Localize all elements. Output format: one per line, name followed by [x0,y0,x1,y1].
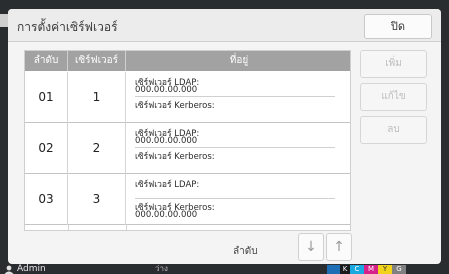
table-row[interactable]: 01 1 เซิร์ฟเวอร์ LDAP: 000.00.00.000 เซิ… [25,72,350,123]
kerberos-label: เซิร์ฟเวอร์ Kerberos: [135,101,215,111]
table-row[interactable]: 02 2 เซิร์ฟเวอร์ LDAP: 000.00.00.000 เซิ… [25,123,350,174]
server-table: ลำดับ เซิร์ฟเวอร์ ที่อยู่ 01 1 เซิร์ฟเวอ… [24,50,351,231]
delete-button[interactable]: ลบ [360,116,427,144]
arrow-down-icon: ↓ [305,239,317,255]
row-order: 02 [25,123,68,174]
move-up-button[interactable]: ↑ [326,233,352,261]
row-address: เซิร์ฟเวอร์ LDAP: 000.00.00.000 เซิร์ฟเว… [126,123,350,174]
ink-y: Y [378,265,392,274]
ink-g: G [392,265,406,274]
table-row[interactable]: 03 3 เซิร์ฟเวอร์ LDAP: เซิร์ฟเวอร์ Kerbe… [25,174,350,225]
status-bar: Admin ว่าง K C M Y G [0,264,449,274]
table-header: ลำดับ เซิร์ฟเวอร์ ที่อยู่ [25,51,350,71]
row-server: 1 [68,72,126,123]
ink-m: M [364,265,378,274]
ldap-value: 000.00.00.000 [135,136,198,146]
row-order: 03 [25,174,68,225]
row-order: 01 [25,72,68,123]
dialog-title: การตั้งค่าเซิร์ฟเวอร์ [17,20,118,34]
edit-button[interactable]: แก้ไข [360,83,427,111]
row-address: เซิร์ฟเวอร์ LDAP: เซิร์ฟเวอร์ Kerberos: … [126,174,350,225]
machine-status: ว่าง [155,264,168,273]
arrow-up-icon: ↑ [333,239,345,255]
row-server: 2 [68,123,126,174]
ldap-label: เซิร์ฟเวอร์ LDAP: [135,180,200,190]
ink-status-icon [327,265,340,274]
table-row-partial [25,225,350,230]
ldap-value: 000.00.00.000 [135,85,198,95]
ink-c: C [350,265,364,274]
address-divider [135,96,335,97]
user-name[interactable]: Admin [17,264,46,274]
kerberos-value: 000.00.00.000 [135,210,198,220]
column-header-address: ที่อยู่ [229,55,249,66]
move-down-button[interactable]: ↓ [298,233,324,261]
order-label: ลำดับ [233,246,258,257]
column-header-server: เซิร์ฟเวอร์ [68,51,126,71]
column-header-order: ลำดับ [25,51,68,71]
title-bar: การตั้งค่าเซิร์ฟเวอร์ ปิด [8,9,441,42]
user-icon [4,265,14,274]
left-edge-tab [0,14,8,27]
address-divider [135,147,335,148]
add-button[interactable]: เพิ่ม [360,50,427,78]
ink-k: K [340,265,350,274]
kerberos-label: เซิร์ฟเวอร์ Kerberos: [135,152,215,162]
row-address: เซิร์ฟเวอร์ LDAP: 000.00.00.000 เซิร์ฟเว… [126,72,350,123]
server-settings-dialog: การตั้งค่าเซิร์ฟเวอร์ ปิด ลำดับ เซิร์ฟเว… [8,9,441,264]
row-server: 3 [68,174,126,225]
address-divider [135,198,335,199]
close-button[interactable]: ปิด [364,14,432,39]
